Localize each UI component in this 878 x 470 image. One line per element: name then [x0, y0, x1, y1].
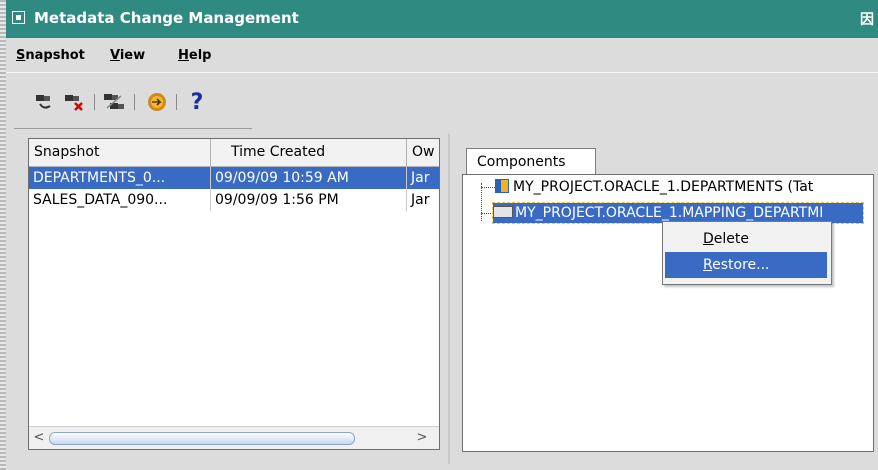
- toolbar-separator: [176, 94, 177, 110]
- components-tree: MY_PROJECT.ORACLE_1.DEPARTMENTS (Tat MY_…: [462, 174, 874, 452]
- window-menu-button[interactable]: [12, 11, 25, 24]
- table-row[interactable]: DEPARTMENTS_0... 09/09/09 10:59 AM Jar: [29, 167, 439, 189]
- tree-node-selected[interactable]: MY_PROJECT.ORACLE_1.MAPPING_DEPARTMI: [491, 202, 865, 224]
- scroll-left-arrow-icon[interactable]: <: [32, 430, 46, 446]
- help-icon[interactable]: ?: [184, 90, 210, 115]
- title-bar: Metadata Change Management 因: [6, 0, 878, 38]
- cell-owner: Jar: [411, 170, 430, 186]
- maximize-icon[interactable]: 因: [860, 9, 874, 29]
- cell-owner: Jar: [411, 192, 430, 208]
- compare-snapshots-icon[interactable]: [102, 90, 128, 114]
- main-window: Metadata Change Management 因 Snapshot Vi…: [6, 0, 878, 470]
- menu-snapshot[interactable]: Snapshot: [16, 48, 85, 63]
- toolbar-separator: [94, 94, 95, 110]
- delete-snapshot-icon[interactable]: [62, 90, 88, 114]
- create-snapshot-icon[interactable]: [32, 90, 58, 114]
- tree-node[interactable]: MY_PROJECT.ORACLE_1.DEPARTMENTS (Tat: [495, 177, 813, 197]
- menu-help[interactable]: Help: [178, 48, 211, 63]
- horizontal-scrollbar[interactable]: < >: [29, 426, 439, 449]
- table-icon: [495, 179, 509, 193]
- scrollbar-thumb[interactable]: [49, 432, 355, 445]
- context-menu: Delete Restore...: [662, 221, 832, 285]
- table-row[interactable]: SALES_DATA_090... 09/09/09 1:56 PM Jar: [29, 189, 439, 211]
- tree-node-label: MY_PROJECT.ORACLE_1.MAPPING_DEPARTMI: [515, 205, 824, 221]
- column-header-owner[interactable]: Ow: [407, 139, 439, 166]
- menu-view[interactable]: View: [110, 48, 145, 63]
- cell-time-created: 09/09/09 1:56 PM: [211, 189, 407, 211]
- cell-snapshot-name: DEPARTMENTS_0...: [29, 167, 211, 189]
- snapshots-pane: Snapshot Time Created Ow DEPARTMENTS_0..…: [12, 134, 440, 464]
- context-menu-restore[interactable]: Restore...: [665, 252, 827, 278]
- column-header-snapshot[interactable]: Snapshot: [29, 139, 211, 166]
- toolbar: ?: [14, 84, 252, 129]
- snapshots-table: Snapshot Time Created Ow DEPARTMENTS_0..…: [28, 138, 440, 450]
- components-pane: Components MY_PROJECT.ORACLE_1.DEPARTMEN…: [452, 134, 878, 464]
- context-menu-delete[interactable]: Delete: [665, 226, 827, 252]
- toolbar-separator: [134, 94, 135, 110]
- toolbar-area: ?: [6, 72, 878, 129]
- split-pane-divider[interactable]: [448, 134, 450, 464]
- tree-connector: [481, 187, 495, 188]
- column-header-time-created[interactable]: Time Created: [211, 139, 407, 166]
- export-icon[interactable]: [144, 90, 170, 114]
- tree-node-label: MY_PROJECT.ORACLE_1.DEPARTMENTS (Tat: [513, 179, 814, 195]
- menu-bar: Snapshot View Help: [6, 38, 878, 73]
- window-title: Metadata Change Management: [34, 9, 299, 27]
- folder-icon: [493, 206, 513, 218]
- scroll-right-arrow-icon[interactable]: >: [415, 430, 429, 446]
- cell-snapshot-name: SALES_DATA_090...: [29, 189, 211, 211]
- cell-time-created: 09/09/09 10:59 AM: [211, 167, 407, 189]
- table-header: Snapshot Time Created Ow: [29, 139, 439, 167]
- tab-components[interactable]: Components: [466, 148, 596, 174]
- tree-connector: [481, 183, 482, 221]
